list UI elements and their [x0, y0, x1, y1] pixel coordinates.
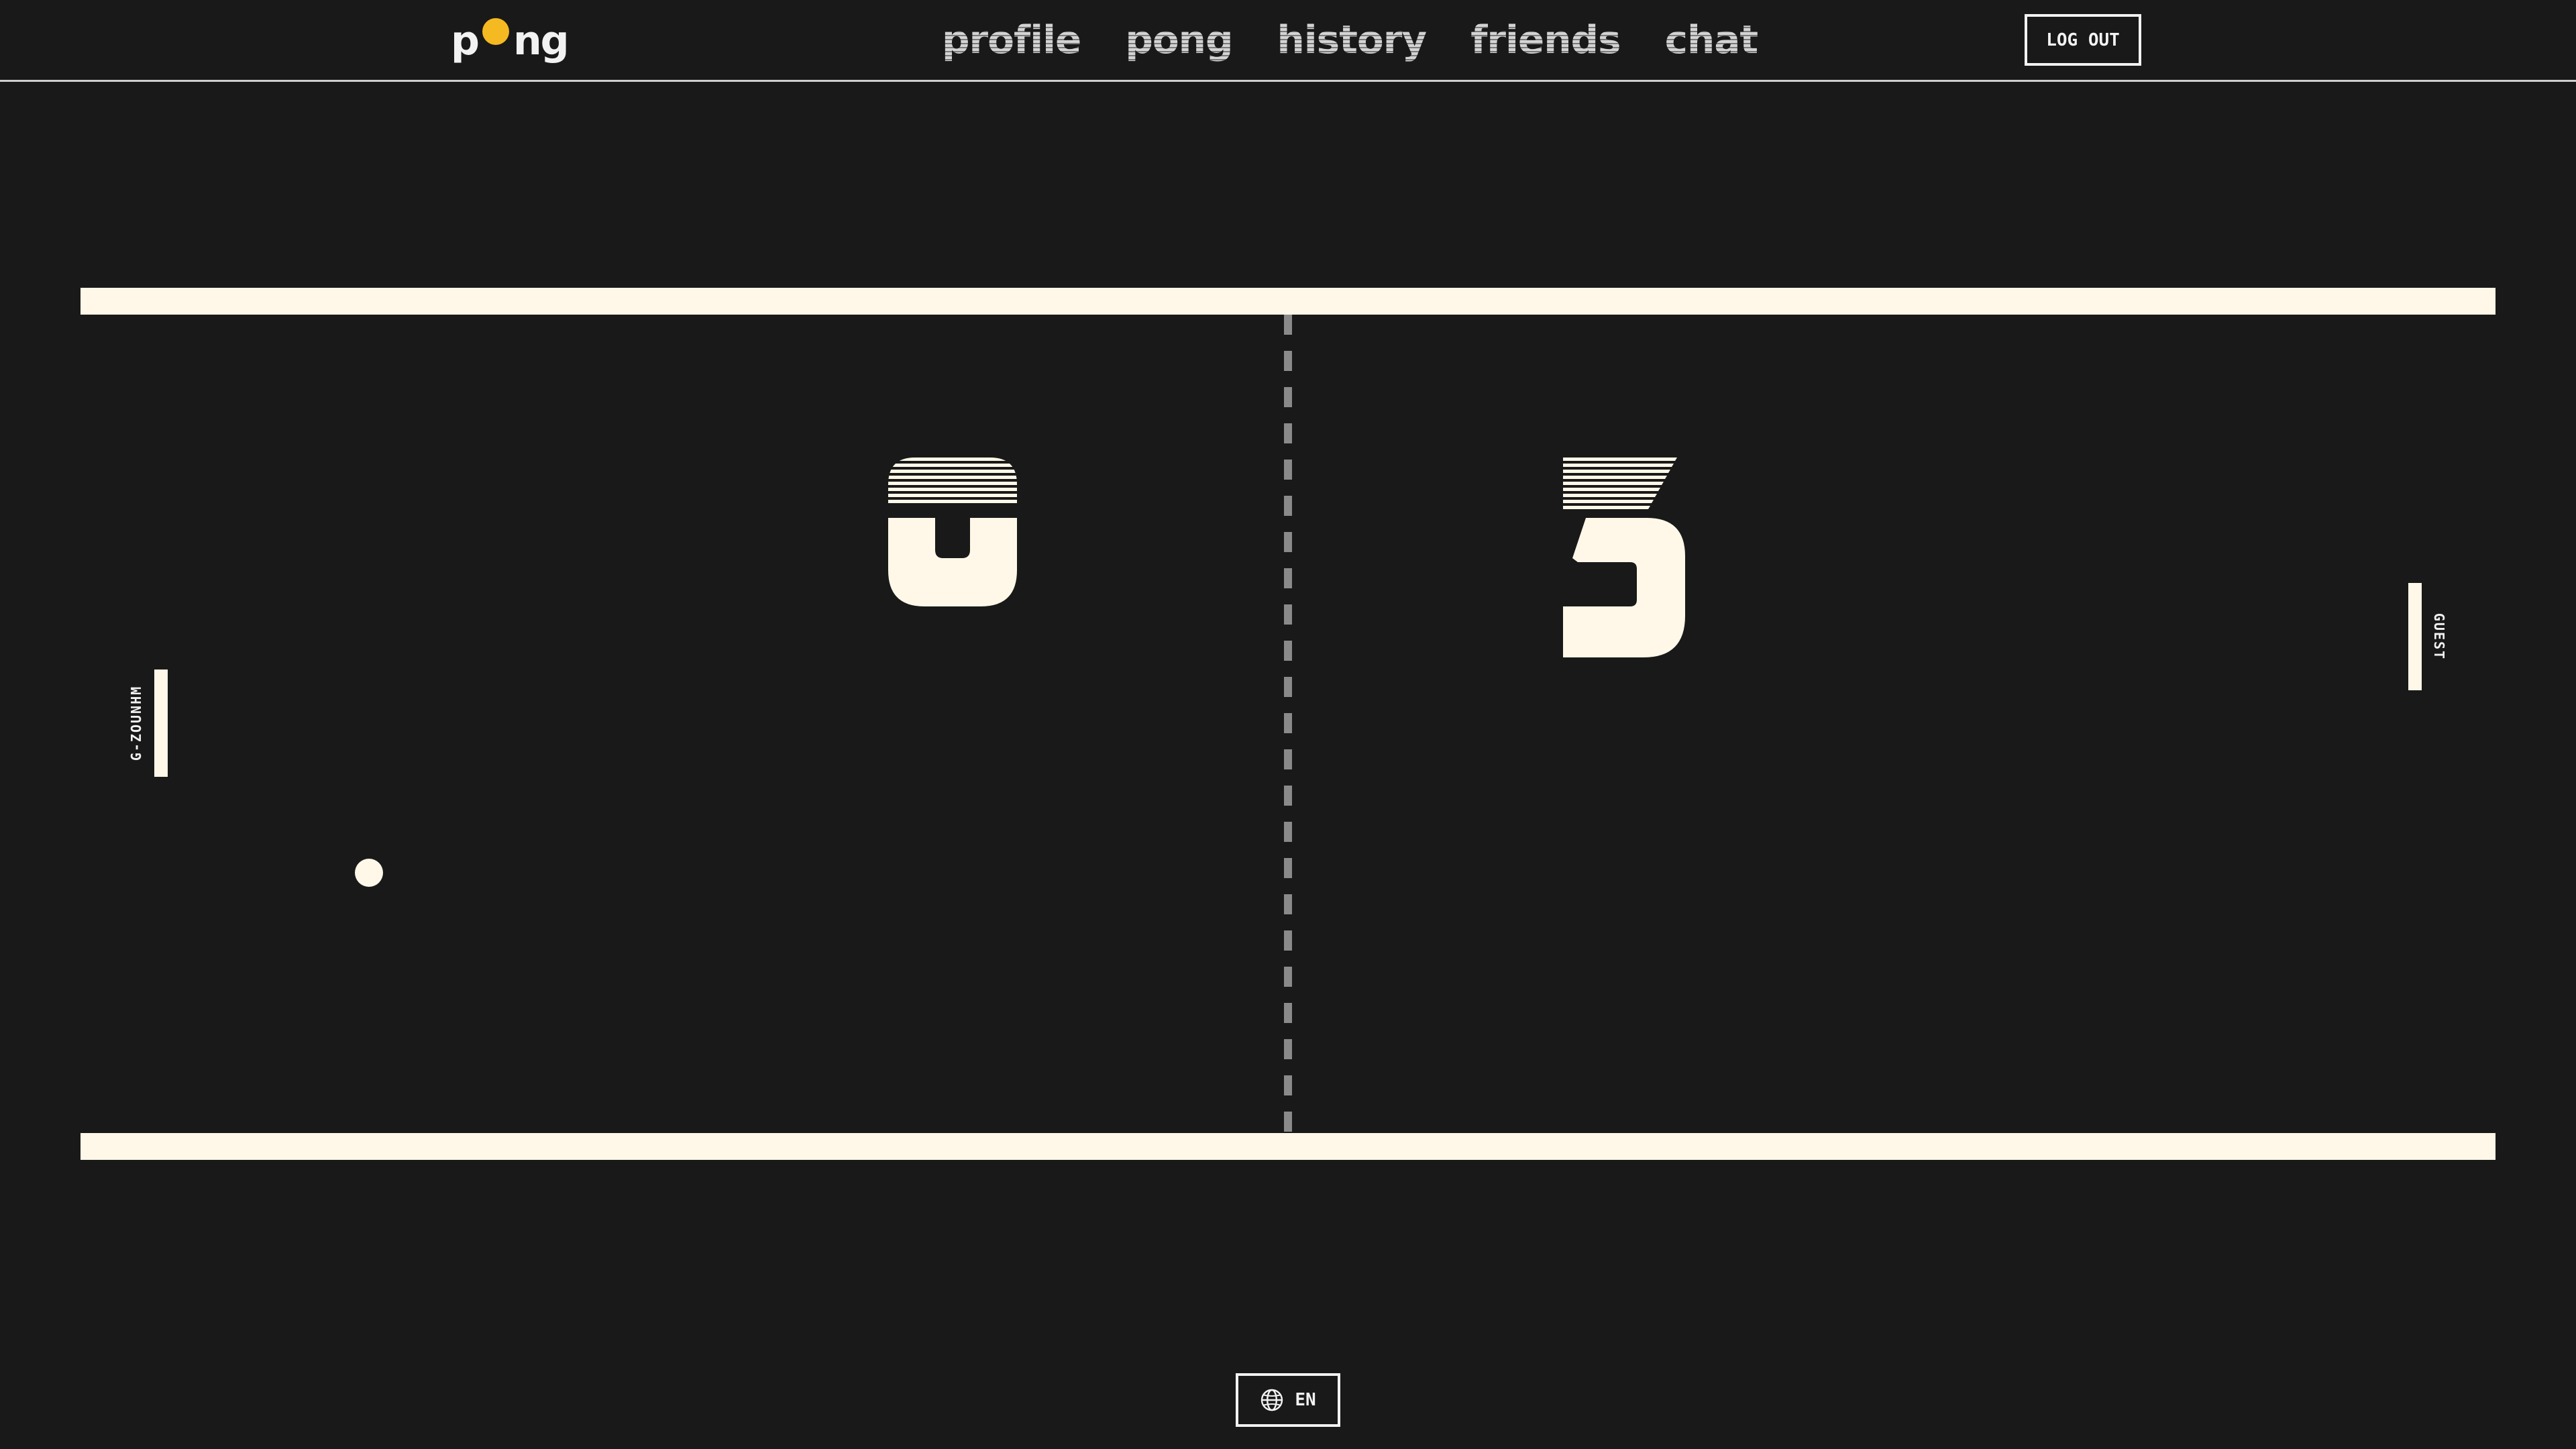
top-navigation-bar: p ng profile pong history friends chat L… — [0, 0, 2576, 82]
nav-link-friends[interactable]: friends — [1470, 12, 1621, 67]
logo-text-end: ng — [513, 17, 570, 64]
nav-link-profile[interactable]: profile — [942, 12, 1081, 67]
main-nav: profile pong history friends chat — [942, 12, 1758, 67]
right-paddle — [2408, 583, 2422, 690]
language-label: EN — [1295, 1390, 1316, 1410]
right-player-name: GUEST — [2431, 612, 2447, 661]
score-three-bottom — [1563, 518, 1685, 657]
pong-logo[interactable]: p ng — [451, 15, 570, 67]
logo-text-start: p — [451, 17, 480, 64]
logout-button[interactable]: LOG OUT — [2025, 14, 2141, 66]
field-bottom-wall — [80, 1133, 2496, 1160]
center-net-line — [1284, 315, 1292, 1133]
globe-icon — [1261, 1389, 1283, 1411]
nav-link-pong[interactable]: pong — [1125, 12, 1233, 67]
field-top-wall — [80, 288, 2496, 315]
left-player-name: G-ZOUNHM — [128, 685, 144, 761]
right-player-score — [1563, 458, 1685, 657]
nav-link-history[interactable]: history — [1277, 12, 1428, 67]
game-ball — [355, 859, 383, 887]
left-player-score — [888, 458, 1017, 606]
score-zero-bottom — [888, 518, 1017, 606]
left-paddle — [154, 669, 168, 777]
score-three-top-stripes — [1563, 458, 1677, 509]
ball-icon — [482, 18, 509, 45]
nav-link-chat[interactable]: chat — [1665, 12, 1759, 67]
language-selector-button[interactable]: EN — [1236, 1373, 1340, 1427]
score-zero-top-stripes — [888, 458, 1017, 503]
